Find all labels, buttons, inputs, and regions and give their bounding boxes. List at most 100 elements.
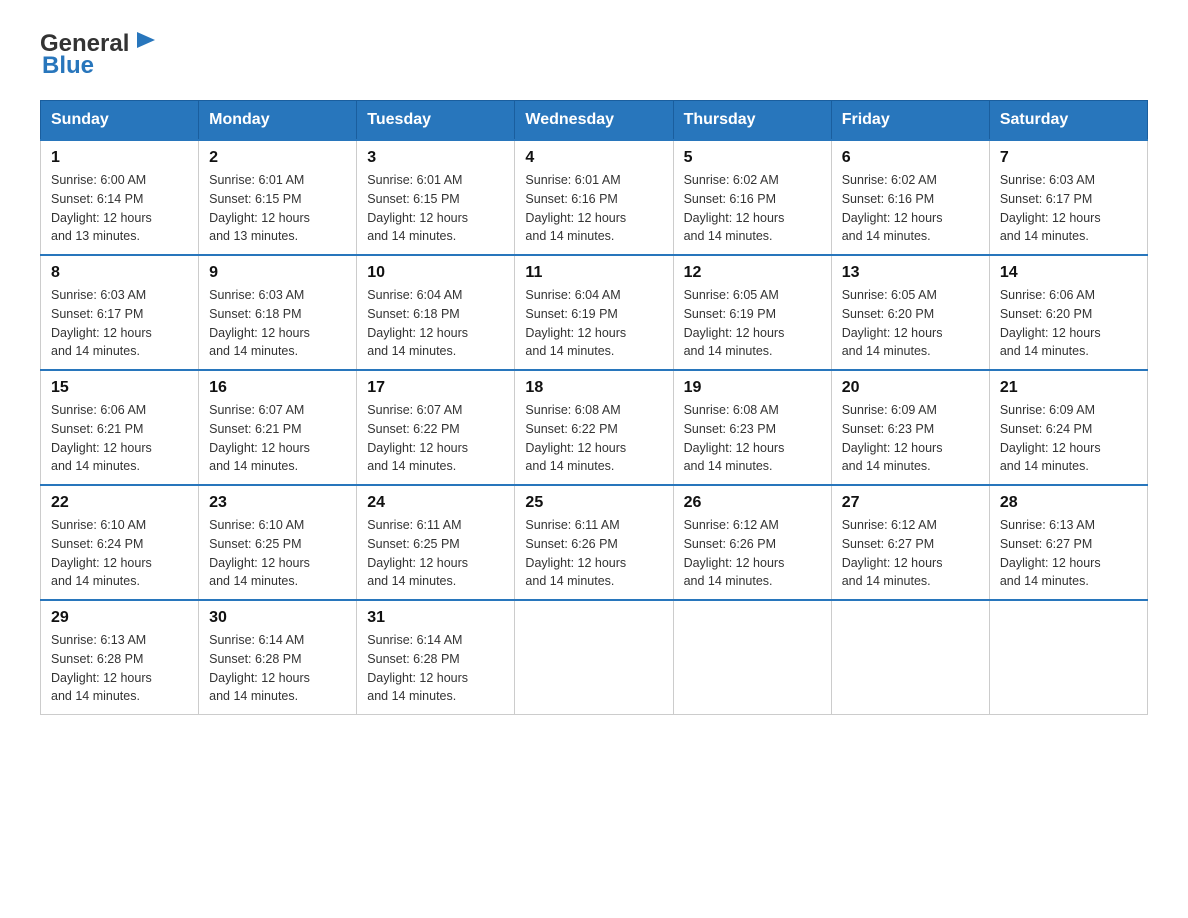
day-number: 28 bbox=[1000, 494, 1137, 512]
day-number: 30 bbox=[209, 609, 346, 627]
calendar-cell: 19 Sunrise: 6:08 AM Sunset: 6:23 PM Dayl… bbox=[673, 370, 831, 485]
calendar-cell bbox=[515, 600, 673, 715]
calendar-cell: 7 Sunrise: 6:03 AM Sunset: 6:17 PM Dayli… bbox=[989, 140, 1147, 255]
calendar-cell: 18 Sunrise: 6:08 AM Sunset: 6:22 PM Dayl… bbox=[515, 370, 673, 485]
calendar-cell: 1 Sunrise: 6:00 AM Sunset: 6:14 PM Dayli… bbox=[41, 140, 199, 255]
calendar-cell bbox=[673, 600, 831, 715]
calendar-cell: 16 Sunrise: 6:07 AM Sunset: 6:21 PM Dayl… bbox=[199, 370, 357, 485]
day-info: Sunrise: 6:12 AM Sunset: 6:26 PM Dayligh… bbox=[684, 516, 821, 591]
day-number: 9 bbox=[209, 264, 346, 282]
day-number: 19 bbox=[684, 379, 821, 397]
calendar-cell: 22 Sunrise: 6:10 AM Sunset: 6:24 PM Dayl… bbox=[41, 485, 199, 600]
day-info: Sunrise: 6:09 AM Sunset: 6:24 PM Dayligh… bbox=[1000, 401, 1137, 476]
calendar-cell: 6 Sunrise: 6:02 AM Sunset: 6:16 PM Dayli… bbox=[831, 140, 989, 255]
day-info: Sunrise: 6:00 AM Sunset: 6:14 PM Dayligh… bbox=[51, 171, 188, 246]
day-info: Sunrise: 6:14 AM Sunset: 6:28 PM Dayligh… bbox=[367, 631, 504, 706]
day-info: Sunrise: 6:10 AM Sunset: 6:25 PM Dayligh… bbox=[209, 516, 346, 591]
calendar-cell: 23 Sunrise: 6:10 AM Sunset: 6:25 PM Dayl… bbox=[199, 485, 357, 600]
week-row-4: 22 Sunrise: 6:10 AM Sunset: 6:24 PM Dayl… bbox=[41, 485, 1148, 600]
calendar-cell: 12 Sunrise: 6:05 AM Sunset: 6:19 PM Dayl… bbox=[673, 255, 831, 370]
calendar-cell bbox=[831, 600, 989, 715]
column-header-friday: Friday bbox=[831, 101, 989, 141]
calendar-cell: 9 Sunrise: 6:03 AM Sunset: 6:18 PM Dayli… bbox=[199, 255, 357, 370]
day-info: Sunrise: 6:08 AM Sunset: 6:23 PM Dayligh… bbox=[684, 401, 821, 476]
day-info: Sunrise: 6:01 AM Sunset: 6:15 PM Dayligh… bbox=[367, 171, 504, 246]
calendar-cell: 26 Sunrise: 6:12 AM Sunset: 6:26 PM Dayl… bbox=[673, 485, 831, 600]
calendar-cell: 28 Sunrise: 6:13 AM Sunset: 6:27 PM Dayl… bbox=[989, 485, 1147, 600]
day-info: Sunrise: 6:13 AM Sunset: 6:27 PM Dayligh… bbox=[1000, 516, 1137, 591]
day-number: 15 bbox=[51, 379, 188, 397]
day-number: 10 bbox=[367, 264, 504, 282]
calendar-cell: 10 Sunrise: 6:04 AM Sunset: 6:18 PM Dayl… bbox=[357, 255, 515, 370]
day-number: 16 bbox=[209, 379, 346, 397]
column-header-wednesday: Wednesday bbox=[515, 101, 673, 141]
day-info: Sunrise: 6:04 AM Sunset: 6:19 PM Dayligh… bbox=[525, 286, 662, 361]
calendar-cell: 4 Sunrise: 6:01 AM Sunset: 6:16 PM Dayli… bbox=[515, 140, 673, 255]
day-info: Sunrise: 6:07 AM Sunset: 6:21 PM Dayligh… bbox=[209, 401, 346, 476]
day-number: 1 bbox=[51, 149, 188, 167]
calendar-cell: 20 Sunrise: 6:09 AM Sunset: 6:23 PM Dayl… bbox=[831, 370, 989, 485]
day-info: Sunrise: 6:07 AM Sunset: 6:22 PM Dayligh… bbox=[367, 401, 504, 476]
logo: General Blue bbox=[40, 30, 161, 80]
week-row-5: 29 Sunrise: 6:13 AM Sunset: 6:28 PM Dayl… bbox=[41, 600, 1148, 715]
day-info: Sunrise: 6:10 AM Sunset: 6:24 PM Dayligh… bbox=[51, 516, 188, 591]
calendar-cell: 24 Sunrise: 6:11 AM Sunset: 6:25 PM Dayl… bbox=[357, 485, 515, 600]
day-number: 6 bbox=[842, 149, 979, 167]
calendar-cell: 14 Sunrise: 6:06 AM Sunset: 6:20 PM Dayl… bbox=[989, 255, 1147, 370]
calendar-cell: 21 Sunrise: 6:09 AM Sunset: 6:24 PM Dayl… bbox=[989, 370, 1147, 485]
calendar-cell: 31 Sunrise: 6:14 AM Sunset: 6:28 PM Dayl… bbox=[357, 600, 515, 715]
calendar-cell: 27 Sunrise: 6:12 AM Sunset: 6:27 PM Dayl… bbox=[831, 485, 989, 600]
calendar-cell: 15 Sunrise: 6:06 AM Sunset: 6:21 PM Dayl… bbox=[41, 370, 199, 485]
day-info: Sunrise: 6:11 AM Sunset: 6:26 PM Dayligh… bbox=[525, 516, 662, 591]
day-number: 27 bbox=[842, 494, 979, 512]
day-number: 26 bbox=[684, 494, 821, 512]
day-info: Sunrise: 6:03 AM Sunset: 6:17 PM Dayligh… bbox=[1000, 171, 1137, 246]
calendar-cell: 29 Sunrise: 6:13 AM Sunset: 6:28 PM Dayl… bbox=[41, 600, 199, 715]
calendar-cell: 17 Sunrise: 6:07 AM Sunset: 6:22 PM Dayl… bbox=[357, 370, 515, 485]
week-row-3: 15 Sunrise: 6:06 AM Sunset: 6:21 PM Dayl… bbox=[41, 370, 1148, 485]
day-number: 12 bbox=[684, 264, 821, 282]
day-info: Sunrise: 6:06 AM Sunset: 6:21 PM Dayligh… bbox=[51, 401, 188, 476]
calendar-cell: 3 Sunrise: 6:01 AM Sunset: 6:15 PM Dayli… bbox=[357, 140, 515, 255]
day-number: 29 bbox=[51, 609, 188, 627]
calendar-cell: 13 Sunrise: 6:05 AM Sunset: 6:20 PM Dayl… bbox=[831, 255, 989, 370]
column-header-monday: Monday bbox=[199, 101, 357, 141]
column-header-tuesday: Tuesday bbox=[357, 101, 515, 141]
day-number: 25 bbox=[525, 494, 662, 512]
day-info: Sunrise: 6:03 AM Sunset: 6:18 PM Dayligh… bbox=[209, 286, 346, 361]
day-number: 22 bbox=[51, 494, 188, 512]
week-row-2: 8 Sunrise: 6:03 AM Sunset: 6:17 PM Dayli… bbox=[41, 255, 1148, 370]
day-info: Sunrise: 6:14 AM Sunset: 6:28 PM Dayligh… bbox=[209, 631, 346, 706]
day-info: Sunrise: 6:13 AM Sunset: 6:28 PM Dayligh… bbox=[51, 631, 188, 706]
day-number: 18 bbox=[525, 379, 662, 397]
day-info: Sunrise: 6:05 AM Sunset: 6:20 PM Dayligh… bbox=[842, 286, 979, 361]
day-info: Sunrise: 6:02 AM Sunset: 6:16 PM Dayligh… bbox=[684, 171, 821, 246]
day-number: 11 bbox=[525, 264, 662, 282]
day-number: 3 bbox=[367, 149, 504, 167]
calendar-cell: 25 Sunrise: 6:11 AM Sunset: 6:26 PM Dayl… bbox=[515, 485, 673, 600]
column-header-saturday: Saturday bbox=[989, 101, 1147, 141]
calendar-cell: 8 Sunrise: 6:03 AM Sunset: 6:17 PM Dayli… bbox=[41, 255, 199, 370]
day-number: 23 bbox=[209, 494, 346, 512]
day-number: 20 bbox=[842, 379, 979, 397]
day-info: Sunrise: 6:04 AM Sunset: 6:18 PM Dayligh… bbox=[367, 286, 504, 361]
day-info: Sunrise: 6:12 AM Sunset: 6:27 PM Dayligh… bbox=[842, 516, 979, 591]
day-info: Sunrise: 6:11 AM Sunset: 6:25 PM Dayligh… bbox=[367, 516, 504, 591]
calendar-cell: 2 Sunrise: 6:01 AM Sunset: 6:15 PM Dayli… bbox=[199, 140, 357, 255]
day-number: 21 bbox=[1000, 379, 1137, 397]
day-number: 13 bbox=[842, 264, 979, 282]
day-number: 24 bbox=[367, 494, 504, 512]
logo-flag-icon bbox=[131, 28, 161, 58]
day-number: 31 bbox=[367, 609, 504, 627]
day-number: 8 bbox=[51, 264, 188, 282]
day-info: Sunrise: 6:03 AM Sunset: 6:17 PM Dayligh… bbox=[51, 286, 188, 361]
day-number: 17 bbox=[367, 379, 504, 397]
day-number: 4 bbox=[525, 149, 662, 167]
day-info: Sunrise: 6:09 AM Sunset: 6:23 PM Dayligh… bbox=[842, 401, 979, 476]
week-row-1: 1 Sunrise: 6:00 AM Sunset: 6:14 PM Dayli… bbox=[41, 140, 1148, 255]
day-info: Sunrise: 6:05 AM Sunset: 6:19 PM Dayligh… bbox=[684, 286, 821, 361]
logo-blue-text: Blue bbox=[42, 52, 94, 80]
day-number: 2 bbox=[209, 149, 346, 167]
column-header-thursday: Thursday bbox=[673, 101, 831, 141]
column-header-sunday: Sunday bbox=[41, 101, 199, 141]
